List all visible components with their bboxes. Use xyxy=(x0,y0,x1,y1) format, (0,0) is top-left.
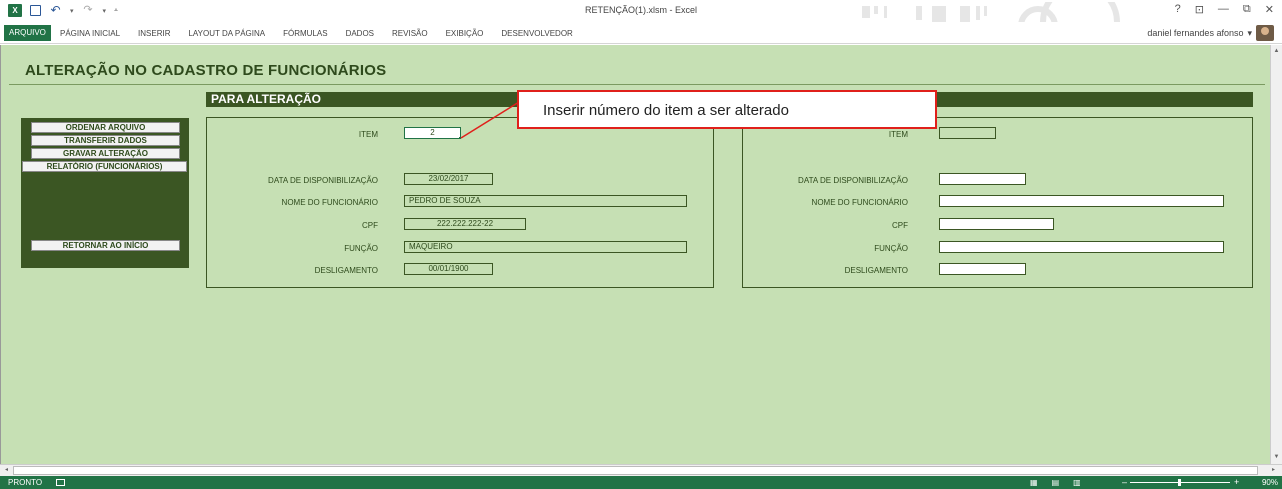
transferir-dados-button[interactable]: TRANSFERIR DADOS xyxy=(31,135,180,146)
new-funcao-field[interactable] xyxy=(939,241,1224,253)
user-name[interactable]: daniel fernandes afonso xyxy=(1147,28,1243,38)
funcao-field[interactable]: MAQUEIRO xyxy=(404,241,687,253)
tab-dados[interactable]: DADOS xyxy=(346,29,374,38)
page-break-view-icon[interactable]: ▥ xyxy=(1073,478,1081,487)
tab-arquivo[interactable]: ARQUIVO xyxy=(4,25,51,41)
window-controls: ? ⊡ — ⧉ ✕ xyxy=(1175,3,1274,16)
label-nome-funcionario: NOME DO FUNCIONÁRIO xyxy=(281,198,378,207)
tab-revisao[interactable]: REVISÃO xyxy=(392,29,428,38)
gravar-alteracao-button[interactable]: GRAVAR ALTERAÇÃO xyxy=(31,148,180,159)
callout-text: Inserir número do item a ser alterado xyxy=(543,102,789,119)
status-text: PRONTO xyxy=(8,478,43,487)
scroll-right-icon[interactable]: ▸ xyxy=(1269,466,1278,475)
user-dropdown-icon[interactable]: ▾ xyxy=(1247,28,1252,39)
desligamento-field[interactable]: 00/01/1900 xyxy=(404,263,493,275)
new-item-field[interactable] xyxy=(939,127,996,139)
retornar-ao-inicio-button[interactable]: RETORNAR AO INÍCIO xyxy=(31,240,180,251)
scroll-left-icon[interactable]: ◂ xyxy=(2,466,11,475)
data-disponibilizacao-field[interactable]: 23/02/2017 xyxy=(404,173,493,185)
horizontal-scrollbar[interactable]: ◂ ▸ xyxy=(0,464,1282,476)
tab-exibicao[interactable]: EXIBIÇÃO xyxy=(446,29,484,38)
label-item: ITEM xyxy=(888,130,908,139)
ribbon-tab-list: PÁGINA INICIAL INSERIR LAYOUT DA PÁGINA … xyxy=(60,29,591,38)
view-switcher: ▦ ▤ ▥ xyxy=(1030,478,1081,487)
user-account[interactable]: daniel fernandes afonso ▾ xyxy=(1147,25,1274,41)
label-desligamento: DESLIGAMENTO xyxy=(844,266,908,275)
minimize-icon[interactable]: — xyxy=(1218,3,1229,16)
new-desligamento-field[interactable] xyxy=(939,263,1026,275)
zoom-slider-knob[interactable] xyxy=(1178,479,1181,486)
vertical-scrollbar[interactable]: ▲ ▼ xyxy=(1270,45,1282,464)
tab-desenvolvedor[interactable]: DESENVOLVEDOR xyxy=(501,29,572,38)
horizontal-scroll-thumb[interactable] xyxy=(13,466,1258,475)
scroll-up-icon[interactable]: ▲ xyxy=(1272,47,1281,56)
ribbon-tabs-bar: ARQUIVO PÁGINA INICIAL INSERIR LAYOUT DA… xyxy=(0,22,1282,44)
zoom-slider[interactable] xyxy=(1130,479,1230,486)
relatorio-funcionarios-button[interactable]: RELATÓRIO (FUNCIONÁRIOS) xyxy=(22,161,187,172)
restore-icon[interactable]: ⧉ xyxy=(1243,3,1251,16)
scroll-down-icon[interactable]: ▼ xyxy=(1272,453,1281,462)
zoom-in-icon[interactable]: + xyxy=(1234,477,1239,487)
section-header-label: PARA ALTERAÇÃO xyxy=(211,92,321,106)
label-item: ITEM xyxy=(358,130,378,139)
status-bar: PRONTO ▦ ▤ ▥ – + 90% xyxy=(0,476,1282,489)
nome-funcionario-field[interactable]: PEDRO DE SOUZA xyxy=(404,195,687,207)
title-bar: X ↶ ▾ ↷ ▾ ⩡ RETENÇÃO(1).xlsm - Excel ? ⊡… xyxy=(0,0,1282,42)
cpf-field[interactable]: 222.222.222-22 xyxy=(404,218,526,230)
ordenar-arquivo-button[interactable]: ORDENAR ARQUIVO xyxy=(31,122,180,133)
zoom-level[interactable]: 90% xyxy=(1262,478,1278,487)
new-data-disponibilizacao-field[interactable] xyxy=(939,173,1026,185)
macro-recording-icon[interactable] xyxy=(56,479,65,486)
current-data-frame: ITEM 2 DATA DE DISPONIBILIZAÇÃO 23/02/20… xyxy=(206,117,714,288)
label-cpf: CPF xyxy=(362,221,378,230)
tab-pagina-inicial[interactable]: PÁGINA INICIAL xyxy=(60,29,120,38)
label-desligamento: DESLIGAMENTO xyxy=(314,266,378,275)
close-icon[interactable]: ✕ xyxy=(1265,3,1274,16)
callout-box: Inserir número do item a ser alterado xyxy=(517,90,937,129)
tab-formulas[interactable]: FÓRMULAS xyxy=(283,29,327,38)
page-title: ALTERAÇÃO NO CADASTRO DE FUNCIONÁRIOS xyxy=(25,62,387,79)
new-data-frame: ITEM DATA DE DISPONIBILIZAÇÃO NOME DO FU… xyxy=(742,117,1253,288)
label-funcao: FUNÇÃO xyxy=(874,244,908,253)
menu-panel: ORDENAR ARQUIVO TRANSFERIR DADOS GRAVAR … xyxy=(21,118,189,268)
worksheet[interactable]: ALTERAÇÃO NO CADASTRO DE FUNCIONÁRIOS PA… xyxy=(0,45,1270,464)
new-cpf-field[interactable] xyxy=(939,218,1054,230)
help-icon[interactable]: ? xyxy=(1175,3,1181,16)
normal-view-icon[interactable]: ▦ xyxy=(1030,478,1038,487)
tab-layout-da-pagina[interactable]: LAYOUT DA PÁGINA xyxy=(188,29,265,38)
tab-inserir[interactable]: INSERIR xyxy=(138,29,170,38)
page-layout-view-icon[interactable]: ▤ xyxy=(1052,478,1060,487)
item-input[interactable]: 2 xyxy=(404,127,461,139)
ribbon-display-icon[interactable]: ⊡ xyxy=(1195,3,1204,16)
label-data-disponibilizacao: DATA DE DISPONIBILIZAÇÃO xyxy=(268,176,378,185)
zoom-out-icon[interactable]: – xyxy=(1122,477,1127,487)
label-data-disponibilizacao: DATA DE DISPONIBILIZAÇÃO xyxy=(798,176,908,185)
label-nome-funcionario: NOME DO FUNCIONÁRIO xyxy=(811,198,908,207)
new-nome-funcionario-field[interactable] xyxy=(939,195,1224,207)
avatar[interactable] xyxy=(1256,25,1274,41)
title-divider xyxy=(9,84,1265,85)
label-funcao: FUNÇÃO xyxy=(344,244,378,253)
label-cpf: CPF xyxy=(892,221,908,230)
